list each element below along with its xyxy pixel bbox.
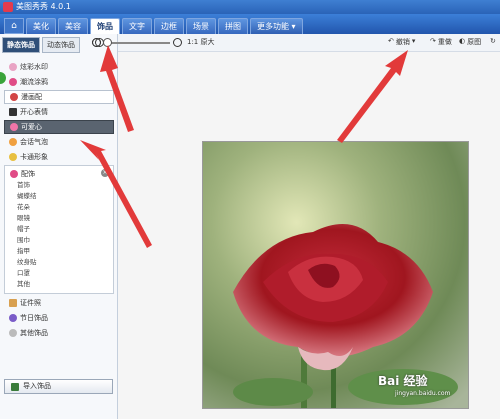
category-item[interactable]: 炫彩水印 xyxy=(4,60,114,74)
category-item[interactable]: 会话气泡 xyxy=(4,135,114,149)
id-photo-icon xyxy=(9,299,17,307)
zoom-out-icon[interactable] xyxy=(92,38,101,47)
list-item[interactable]: 其他 xyxy=(5,279,113,290)
undo-icon: ↶ xyxy=(388,37,394,45)
category-item[interactable]: 证件照 xyxy=(4,296,114,310)
accessory-group: × 配饰 首饰 蝴蝶结 花朵 眼镜 帽子 围巾 指甲 纹身贴 口罩 其他 xyxy=(4,165,114,294)
app-logo-icon xyxy=(3,2,13,12)
tab-collage[interactable]: 拼图 xyxy=(218,18,248,34)
face-icon xyxy=(10,93,18,101)
list-item[interactable]: 花朵 xyxy=(5,202,113,213)
import-icon xyxy=(11,383,19,391)
list-item[interactable]: 指甲 xyxy=(5,246,113,257)
bubble-icon xyxy=(9,138,17,146)
home-icon[interactable]: ⌂ xyxy=(4,18,24,34)
list-item[interactable]: 蝴蝶结 xyxy=(5,191,113,202)
category-item[interactable]: 漫画配 xyxy=(4,90,114,104)
tab-beauty[interactable]: 美容 xyxy=(58,18,88,34)
category-list: 炫彩水印 潮流涂鸦 漫画配 开心表情 可爱心 会话气泡 卡通形象 × 配饰 首饰… xyxy=(4,60,114,341)
group-title[interactable]: 配饰 xyxy=(5,168,113,180)
list-item[interactable]: 围巾 xyxy=(5,235,113,246)
compare-icon: ◐ xyxy=(459,37,466,45)
title-bar: 美图秀秀 4.0.1 xyxy=(0,0,500,14)
app-title: 美图秀秀 4.0.1 xyxy=(16,2,71,11)
subtab-animated[interactable]: 动态饰品 xyxy=(42,37,80,53)
list-item[interactable]: 纹身贴 xyxy=(5,257,113,268)
list-item[interactable]: 口罩 xyxy=(5,268,113,279)
festival-icon xyxy=(9,314,17,322)
redo-button[interactable]: ↷ 重做 xyxy=(430,37,452,47)
baidu-watermark: Bai 经验 xyxy=(378,374,428,388)
close-icon[interactable]: × xyxy=(101,169,109,177)
more-features-button[interactable]: 更多功能 ▾ xyxy=(250,18,303,34)
import-accessory-button[interactable]: 导入饰品 xyxy=(4,379,113,394)
list-item[interactable]: 帽子 xyxy=(5,224,113,235)
original-image-button[interactable]: ◐ 原图 xyxy=(459,37,481,47)
list-item[interactable]: 首饰 xyxy=(5,180,113,191)
chevron-down-icon: ▾ xyxy=(411,37,416,45)
category-item[interactable]: 节日饰品 xyxy=(4,311,114,325)
original-size-button[interactable]: 1:1 原大 xyxy=(187,37,215,47)
undo-button[interactable]: ↶ 撤销 ▾ xyxy=(388,37,415,47)
zoom-in-icon[interactable] xyxy=(173,38,182,47)
category-item[interactable]: 开心表情 xyxy=(4,105,114,119)
redo-icon: ↷ xyxy=(430,37,436,45)
tab-accessories[interactable]: 饰品 xyxy=(90,18,120,34)
category-item-selected[interactable]: 可爱心 xyxy=(4,120,114,134)
left-panel: 静态饰品 动态饰品 炫彩水印 潮流涂鸦 漫画配 开心表情 可爱心 会话气泡 卡通… xyxy=(0,34,118,419)
heart-icon xyxy=(9,78,17,86)
tab-beautify[interactable]: 美化 xyxy=(26,18,56,34)
list-item[interactable]: 眼镜 xyxy=(5,213,113,224)
rotate-icon[interactable]: ↻ xyxy=(490,37,496,45)
baidu-watermark-url: jingyan.baidu.com xyxy=(395,390,451,397)
bow-icon xyxy=(10,170,18,178)
zoom-slider[interactable] xyxy=(103,38,170,47)
subtab-static[interactable]: 静态饰品 xyxy=(2,37,40,53)
category-item[interactable]: 其他饰品 xyxy=(4,326,114,340)
emoji-icon xyxy=(9,108,17,116)
tab-frame[interactable]: 边框 xyxy=(154,18,184,34)
category-item[interactable]: 潮流涂鸦 xyxy=(4,75,114,89)
rose-photo xyxy=(202,141,469,409)
tab-scene[interactable]: 场景 xyxy=(186,18,216,34)
other-icon xyxy=(9,329,17,337)
cartoon-icon xyxy=(9,153,17,161)
main-nav: ⌂ 美化 美容 饰品 文字 边框 场景 拼图 更多功能 ▾ xyxy=(0,14,500,34)
tab-text[interactable]: 文字 xyxy=(122,18,152,34)
category-item[interactable]: 卡通形象 xyxy=(4,150,114,164)
heart-icon xyxy=(10,123,18,131)
watermark-icon xyxy=(9,63,17,71)
